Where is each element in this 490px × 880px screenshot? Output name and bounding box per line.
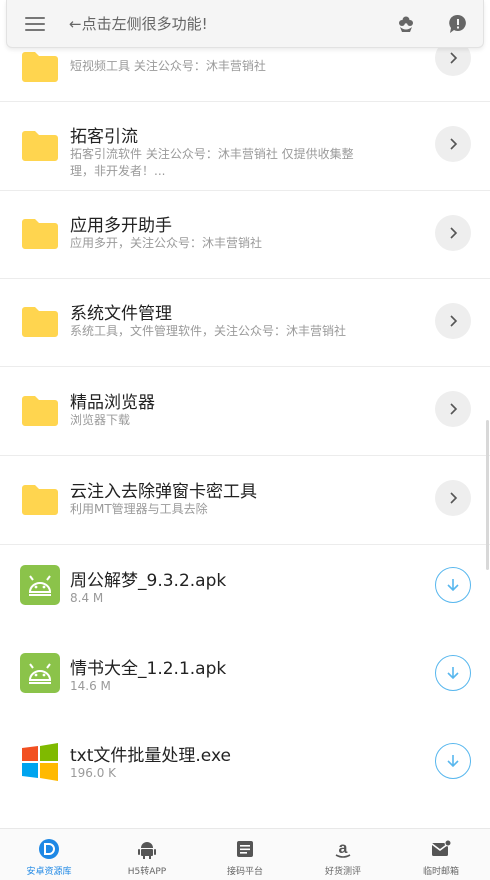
download-button[interactable]	[435, 567, 471, 603]
scrollbar[interactable]	[486, 420, 489, 570]
list-item-folder[interactable]: 应用多开助手 应用多开，关注公众号：沐丰营销社	[0, 191, 490, 279]
folder-icon	[22, 52, 58, 82]
list-item-file[interactable]: 周公解梦_9.3.2.apk 8.4 M	[0, 545, 490, 633]
item-title: 精品浏览器	[70, 393, 155, 413]
list-item-file[interactable]: txt文件批量处理.exe 196.0 K	[0, 721, 490, 809]
item-title: 拓客引流	[70, 127, 138, 147]
chat-icon[interactable]	[447, 13, 469, 35]
folder-icon	[22, 396, 58, 426]
list-item-folder[interactable]: 精品浏览器 浏览器下载	[0, 367, 490, 456]
android-icon	[135, 837, 159, 861]
download-button[interactable]	[435, 743, 471, 779]
d-logo-icon	[37, 837, 61, 861]
open-folder-button[interactable]	[435, 480, 471, 516]
amazon-icon: a	[331, 837, 355, 861]
open-folder-button[interactable]	[435, 391, 471, 427]
item-title: 情书大全_1.2.1.apk	[70, 659, 227, 679]
document-icon	[233, 837, 257, 861]
folder-icon	[22, 307, 58, 337]
nav-h5-to-app[interactable]: H5转APP	[98, 829, 196, 880]
list-item-folder[interactable]: 系统文件管理 系统工具，文件管理软件，关注公众号：沐丰营销社	[0, 279, 490, 367]
nav-product-reviews[interactable]: a 好货测评	[294, 829, 392, 880]
open-folder-button[interactable]	[435, 303, 471, 339]
nav-label: 安卓资源库	[26, 867, 72, 877]
download-icon	[447, 755, 459, 768]
top-bar: ←点击左侧很多功能!	[6, 0, 484, 48]
download-button[interactable]	[435, 655, 471, 691]
android-icon	[20, 653, 60, 693]
chevron-right-icon	[450, 227, 458, 239]
chevron-right-icon	[450, 138, 458, 150]
chevron-right-icon	[450, 492, 458, 504]
open-folder-button[interactable]	[435, 126, 471, 162]
windows-icon	[22, 743, 58, 781]
chevron-right-icon	[450, 403, 458, 415]
chevron-right-icon	[450, 52, 458, 64]
list-item-folder[interactable]: 拓客引流 拓客引流软件 关注公众号：沐丰营销社 仅提供收集整理，非开发者！...	[0, 102, 490, 191]
item-title: 周公解梦_9.3.2.apk	[70, 571, 227, 591]
nav-label: 临时邮箱	[422, 867, 459, 877]
item-title: 云注入去除弹窗卡密工具	[70, 482, 257, 502]
nav-label: H5转APP	[127, 867, 167, 877]
mail-icon	[429, 837, 453, 861]
svg-text:a: a	[339, 840, 348, 857]
folder-icon	[22, 485, 58, 515]
open-folder-button[interactable]	[435, 215, 471, 251]
bottom-nav: 安卓资源库 H5转APP 接码平台 a 好货测评 临时邮箱	[0, 828, 490, 880]
item-subtitle: 196.0 K	[70, 766, 117, 780]
item-title: 应用多开助手	[70, 216, 172, 236]
top-hint: ←点击左侧很多功能!	[69, 15, 208, 33]
item-title: txt文件批量处理.exe	[70, 746, 231, 766]
folder-icon	[22, 219, 58, 249]
list-item-file[interactable]: 情书大全_1.2.1.apk 14.6 M	[0, 633, 490, 721]
download-icon	[447, 667, 459, 680]
nav-temp-mail[interactable]: 临时邮箱	[392, 829, 490, 880]
item-subtitle: 短视频工具 关注公众号：沐丰营销社	[70, 59, 266, 73]
chevron-right-icon	[450, 315, 458, 327]
download-icon	[447, 579, 459, 592]
menu-icon[interactable]	[25, 14, 45, 34]
item-subtitle: 8.4 M	[70, 591, 104, 605]
nav-label: 好货测评	[324, 867, 361, 877]
item-subtitle: 浏览器下载	[70, 413, 131, 427]
item-subtitle: 系统工具，文件管理软件，关注公众号：沐丰营销社	[70, 324, 347, 338]
android-icon	[20, 565, 60, 605]
folder-icon	[22, 131, 58, 161]
item-subtitle: 应用多开，关注公众号：沐丰营销社	[70, 236, 263, 250]
item-subtitle: 14.6 M	[70, 679, 111, 693]
nav-sms-platform[interactable]: 接码平台	[196, 829, 294, 880]
nav-android-resources[interactable]: 安卓资源库	[0, 829, 98, 880]
item-subtitle: 利用MT管理器与工具去除	[70, 502, 208, 516]
item-subtitle: 拓客引流软件 关注公众号：沐丰营销社 仅提供收集整理，非开发者！...	[70, 147, 354, 178]
nav-label: 接码平台	[226, 867, 263, 877]
item-title: 系统文件管理	[70, 304, 172, 324]
flower-icon[interactable]	[395, 13, 417, 35]
list-item-folder[interactable]: 云注入去除弹窗卡密工具 利用MT管理器与工具去除	[0, 456, 490, 545]
